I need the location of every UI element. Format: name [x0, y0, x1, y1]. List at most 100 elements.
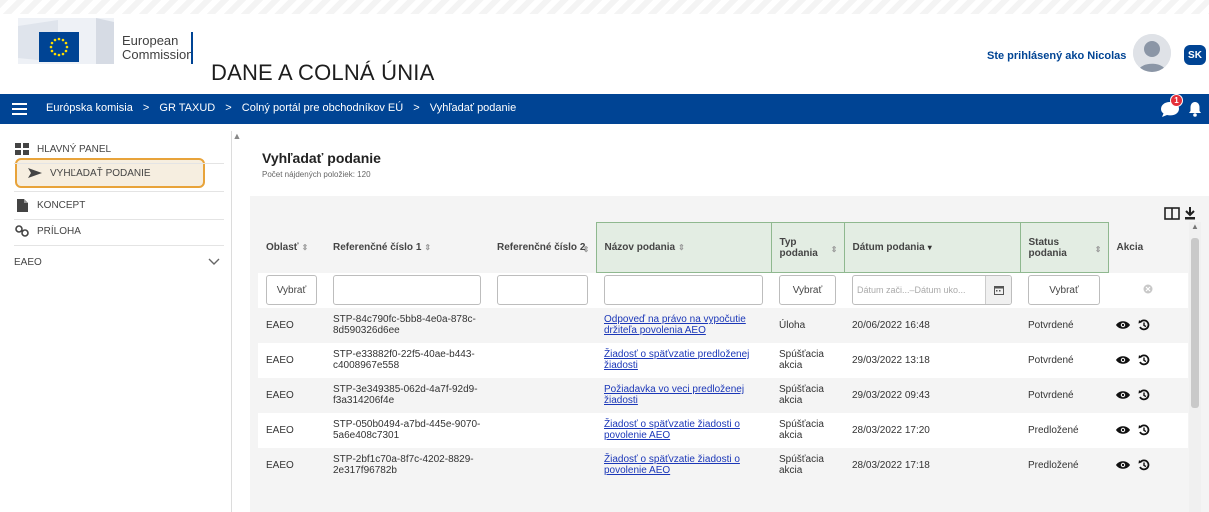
cell-status: Predložené — [1020, 447, 1108, 483]
status-filter-button[interactable]: Vybrať — [1028, 275, 1100, 306]
cell-ref1: STP-050b0494-a7bd-445e-9070-5a6e408c7301 — [325, 412, 489, 448]
clear-filters-icon[interactable] — [1143, 284, 1153, 294]
ec-logo-text: European Commission — [122, 34, 194, 62]
cell-date: 20/06/2022 16:48 — [844, 307, 1020, 343]
column-header-date[interactable]: Dátum podania ▾ — [843, 222, 1021, 273]
sort-icon: ⇕ — [678, 243, 685, 252]
breadcrumb-portal[interactable]: Colný portál pre obchodníkov EÚ — [242, 102, 403, 114]
column-header-ref1[interactable]: Referenčné číslo 1 ⇕ — [325, 223, 489, 273]
result-count: Počet nájdených položiek: 120 — [262, 170, 371, 179]
area-filter-button[interactable]: Vybrať — [266, 275, 317, 305]
column-label: Typ podania — [779, 236, 818, 259]
notification-badge: 1 — [1170, 94, 1183, 107]
table-row[interactable]: EAEO STP-2bf1c70a-8f7c-4202-8829-2e317f9… — [258, 447, 1188, 483]
sidebar-item-label: HLAVNÝ PANEL — [37, 143, 112, 155]
eye-icon[interactable] — [1116, 460, 1130, 470]
avatar[interactable] — [1133, 34, 1171, 72]
history-icon[interactable] — [1138, 389, 1150, 401]
results-table: Oblasť ⇕ Referenčné číslo 1 ⇕ Referenčné č… — [258, 222, 1188, 483]
table-row[interactable]: EAEO STP-050b0494-a7bd-445e-9070-5a6e408… — [258, 412, 1188, 448]
breadcrumb-bar: Európska komisia > GR TAXUD > Colný port… — [0, 94, 1209, 124]
cell-area: EAEO — [258, 447, 325, 483]
sort-icon: ⇕ — [1094, 245, 1102, 254]
breadcrumb-current: Vyhľadať podanie — [429, 102, 517, 114]
sort-desc-icon: ▾ — [927, 243, 932, 252]
column-header-status[interactable]: Status podania ⇕ — [1019, 222, 1109, 273]
bell-icon[interactable] — [1187, 101, 1203, 117]
submission-name-link[interactable]: Požiadavka vo veci predloženej žiadosti — [604, 384, 744, 406]
table-row[interactable]: EAEO STP-84c790fc-5bb8-4e0a-878c-8d59032… — [258, 307, 1188, 343]
sidebar-item-eaeo[interactable]: EAEO — [14, 249, 224, 275]
sidebar-item-search-submission[interactable]: VYHĽADAŤ PODANIE — [27, 160, 237, 186]
row-actions — [1116, 389, 1180, 401]
ec-logo-line1: European — [122, 33, 179, 48]
cell-type: Úloha — [771, 307, 844, 343]
cell-ref2 — [489, 342, 596, 378]
row-actions — [1116, 354, 1180, 366]
top-stripe — [0, 0, 1209, 14]
column-label: Status podania — [1028, 236, 1067, 259]
name-filter-input[interactable] — [604, 275, 763, 306]
history-icon[interactable] — [1138, 424, 1150, 436]
scroll-up-icon[interactable]: ▲ — [1189, 222, 1201, 231]
column-header-area[interactable]: Oblasť ⇕ — [258, 223, 325, 273]
cell-area: EAEO — [258, 307, 325, 343]
logo-divider — [191, 32, 193, 64]
submission-name-link[interactable]: Žiadosť o späťvzatie žiadosti o povoleni… — [604, 419, 740, 441]
sidebar-item-draft[interactable]: KONCEPT — [14, 192, 224, 218]
sort-icon: ⇕ — [301, 243, 309, 252]
cell-type: Spúšťacia akcia — [771, 377, 844, 413]
table-row[interactable]: EAEO STP-e33882f0-22f5-40ae-b443-c400896… — [258, 342, 1188, 378]
column-header-action: Akcia — [1108, 223, 1188, 273]
page-title: Vyhľadať podanie — [262, 150, 381, 166]
cell-date: 28/03/2022 17:18 — [844, 447, 1020, 483]
column-label: Dátum podania — [852, 242, 925, 253]
cell-status: Potvrdené — [1020, 377, 1108, 413]
table-row[interactable]: EAEO STP-3e349385-062d-4a7f-92d9-f3a3142… — [258, 377, 1188, 413]
submission-name-link[interactable]: Žiadosť o späťvzatie predloženej žiadost… — [604, 349, 749, 371]
sidebar-item-dashboard[interactable]: HLAVNÝ PANEL — [14, 136, 224, 162]
column-header-type[interactable]: Typ podania ⇕ — [770, 222, 845, 273]
submission-name-link[interactable]: Odpoveď na právo na vypočutie držiteľa p… — [604, 314, 746, 336]
eye-icon[interactable] — [1116, 355, 1130, 365]
eye-icon[interactable] — [1116, 425, 1130, 435]
eye-icon[interactable] — [1116, 390, 1130, 400]
sidebar-item-attachment[interactable]: PRÍLOHA — [14, 218, 224, 244]
breadcrumb-sep: > — [413, 102, 420, 114]
cell-date: 29/03/2022 13:18 — [844, 342, 1020, 378]
row-actions — [1116, 459, 1180, 471]
history-icon[interactable] — [1138, 459, 1150, 471]
cell-type: Spúšťacia akcia — [771, 412, 844, 448]
download-icon[interactable] — [1185, 207, 1195, 220]
row-actions — [1116, 424, 1180, 436]
ref2-filter-input[interactable] — [497, 275, 588, 305]
sidebar-scroll-up-icon[interactable]: ▲ — [232, 131, 242, 141]
date-range-filter[interactable]: Dátum zači... –Dátum uko... — [852, 275, 1012, 306]
breadcrumb-ec[interactable]: Európska komisia — [46, 102, 133, 114]
cell-status: Potvrdené — [1020, 307, 1108, 343]
type-filter-button[interactable]: Vybrať — [779, 275, 836, 306]
ec-logo-line2: Commission — [122, 47, 194, 62]
table-tools — [1164, 207, 1195, 220]
scrollbar-thumb[interactable] — [1191, 238, 1199, 408]
submission-name-link[interactable]: Žiadosť o späťvzatie žiadosti o povoleni… — [604, 454, 740, 476]
sidebar-item-label: KONCEPT — [37, 199, 86, 211]
ref1-filter-input[interactable] — [333, 275, 481, 305]
hamburger-icon[interactable] — [12, 103, 27, 115]
history-icon[interactable] — [1138, 319, 1150, 331]
columns-icon[interactable] — [1164, 207, 1180, 220]
logged-in-user[interactable]: Ste prihlásený ako Nicolas — [987, 50, 1126, 62]
chevron-down-icon[interactable] — [208, 258, 220, 266]
calendar-icon[interactable] — [985, 276, 1011, 305]
date-to-placeholder: –Dátum uko... — [909, 284, 966, 295]
table-scrollbar[interactable]: ▲ — [1189, 222, 1201, 512]
column-header-name[interactable]: Názov podania ⇕ — [595, 222, 772, 273]
column-label: Referenčné číslo 2 — [497, 242, 586, 253]
history-icon[interactable] — [1138, 354, 1150, 366]
eye-icon[interactable] — [1116, 320, 1130, 330]
sort-icon: ⇕ — [830, 245, 838, 254]
language-selector[interactable]: SK — [1184, 45, 1206, 65]
cell-ref1: STP-84c790fc-5bb8-4e0a-878c-8d590326d6ee — [325, 307, 489, 343]
column-header-ref2[interactable]: Referenčné číslo 2 ⇕ — [489, 223, 596, 273]
breadcrumb-taxud[interactable]: GR TAXUD — [159, 102, 215, 114]
